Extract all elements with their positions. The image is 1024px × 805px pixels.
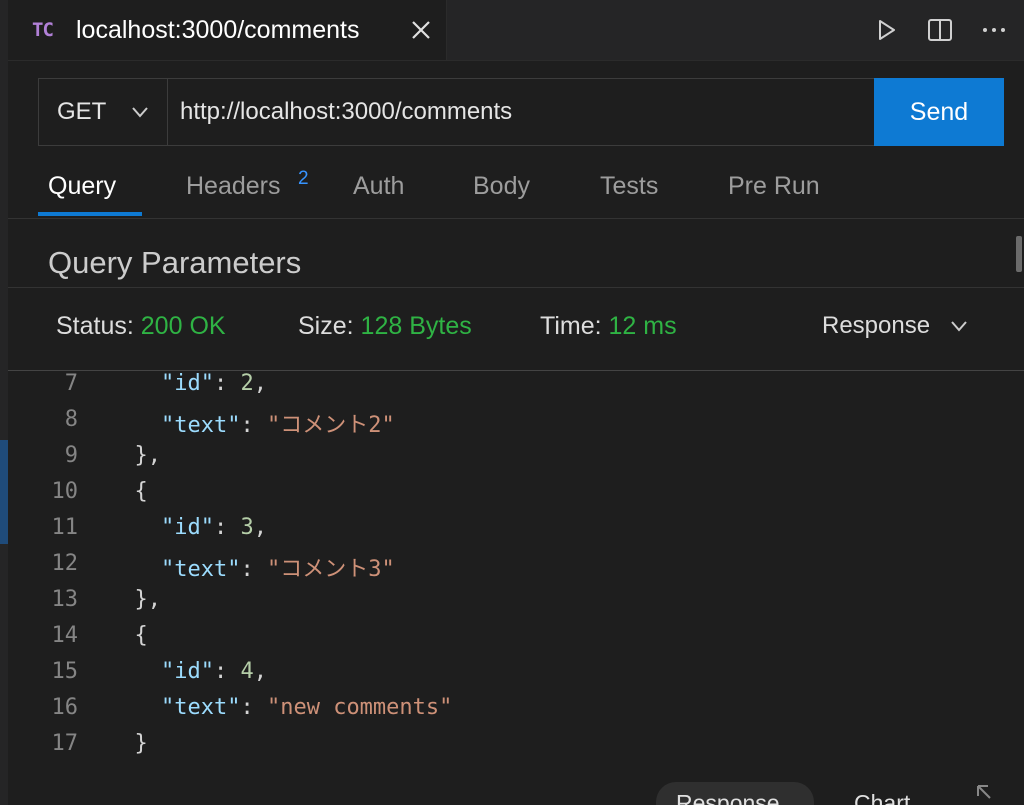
code-text: { xyxy=(108,623,148,648)
split-editor-icon[interactable] xyxy=(924,14,956,46)
send-button[interactable]: Send xyxy=(874,78,1004,146)
line-number: 9 xyxy=(64,443,78,468)
tab-headers[interactable]: Headers 2 xyxy=(186,168,309,201)
response-bottom-tabs: Response Chart xyxy=(8,772,1024,805)
code-text: "id": 3, xyxy=(160,515,267,540)
activity-edge xyxy=(0,60,8,805)
size-value: 128 Bytes xyxy=(360,312,472,340)
tab-pre-run[interactable]: Pre Run xyxy=(728,172,820,201)
thunder-client-badge-icon: TC xyxy=(32,19,54,41)
line-number: 8 xyxy=(64,407,78,432)
code-line: 7 "id": 2, xyxy=(8,371,1024,407)
code-line: 16 "text": "new comments" xyxy=(8,695,1024,731)
time-label: Time: xyxy=(540,312,602,340)
line-number: 12 xyxy=(51,551,79,576)
query-parameters-heading: Query Parameters xyxy=(48,245,302,280)
code-text: }, xyxy=(108,443,161,468)
code-line: 8 "text": "コメント2" xyxy=(8,407,1024,443)
code-line: 17 } xyxy=(8,731,1024,767)
status-stat: Status: 200 OK xyxy=(56,312,226,341)
tab-query[interactable]: Query xyxy=(48,172,116,201)
editor-tab-bar: TC localhost:3000/comments xyxy=(0,0,1024,61)
line-number: 10 xyxy=(51,479,79,504)
code-text: { xyxy=(108,479,148,504)
tab-chart[interactable]: Chart xyxy=(854,790,910,805)
time-value: 12 ms xyxy=(608,312,677,340)
chevron-down-icon xyxy=(951,321,967,332)
line-number: 15 xyxy=(51,659,79,684)
time-stat: Time: 12 ms xyxy=(540,312,677,341)
tab-body[interactable]: Body xyxy=(473,172,530,201)
line-number: 7 xyxy=(64,371,78,396)
line-number: 17 xyxy=(51,731,79,756)
code-line: 10 { xyxy=(8,479,1024,515)
method-select[interactable]: GET xyxy=(38,78,168,146)
chevron-down-icon xyxy=(132,107,148,118)
code-text: }, xyxy=(108,587,161,612)
editor-tab[interactable]: TC localhost:3000/comments xyxy=(8,0,447,60)
status-label: Status: xyxy=(56,312,134,340)
resize-icon[interactable] xyxy=(974,782,1008,805)
edge-accent xyxy=(0,440,8,544)
response-view-label: Response xyxy=(822,312,931,339)
tab-tests[interactable]: Tests xyxy=(600,172,658,201)
thunder-client-panel: TC localhost:3000/comments GET Se xyxy=(0,0,1024,805)
response-status-bar: Status: 200 OK Size: 128 Bytes Time: 12 … xyxy=(8,287,1024,371)
scrollbar-thumb[interactable] xyxy=(1016,236,1022,272)
code-text: "id": 2, xyxy=(160,371,267,396)
code-line: 15 "id": 4, xyxy=(8,659,1024,695)
request-url-bar: GET Send xyxy=(38,78,1004,146)
editor-actions xyxy=(870,12,1010,48)
response-body-editor[interactable]: 7 "id": 2, 8 "text": "コメント2" 9 }, 10 {11 "i… xyxy=(8,370,1024,772)
url-input[interactable] xyxy=(168,78,874,146)
code-text: "id": 4, xyxy=(160,659,267,684)
code-text: "text": "コメント3" xyxy=(160,557,395,582)
code-line: 12 "text": "コメント3" xyxy=(8,551,1024,587)
code-line: 13 }, xyxy=(8,587,1024,623)
ellipsis-icon[interactable] xyxy=(978,14,1010,46)
code-text: "text": "new comments" xyxy=(160,695,453,720)
line-number: 13 xyxy=(51,587,79,612)
code-text: "text": "コメント2" xyxy=(160,413,395,438)
code-text: } xyxy=(108,731,148,756)
code-line: 14 { xyxy=(8,623,1024,659)
size-stat: Size: 128 Bytes xyxy=(298,312,472,341)
active-tab-indicator xyxy=(38,212,142,216)
play-icon[interactable] xyxy=(870,14,902,46)
status-value: 200 OK xyxy=(140,312,226,340)
close-icon[interactable] xyxy=(406,15,436,45)
request-tabs: Query Headers 2 Auth Body Tests Pre Run xyxy=(8,160,1024,219)
headers-count-badge: 2 xyxy=(298,168,309,189)
code-line: 11 "id": 3, xyxy=(8,515,1024,551)
line-number: 11 xyxy=(51,515,79,540)
tab-headers-label: Headers xyxy=(186,172,281,200)
tab-title: localhost:3000/comments xyxy=(76,15,360,44)
tab-auth[interactable]: Auth xyxy=(353,172,404,201)
line-number: 16 xyxy=(51,695,79,720)
code-line: 9 }, xyxy=(8,443,1024,479)
method-label: GET xyxy=(57,98,107,125)
response-view-select[interactable]: Response xyxy=(822,312,970,340)
size-label: Size: xyxy=(298,312,354,340)
tab-response[interactable]: Response xyxy=(676,790,780,805)
line-number: 14 xyxy=(51,623,79,648)
